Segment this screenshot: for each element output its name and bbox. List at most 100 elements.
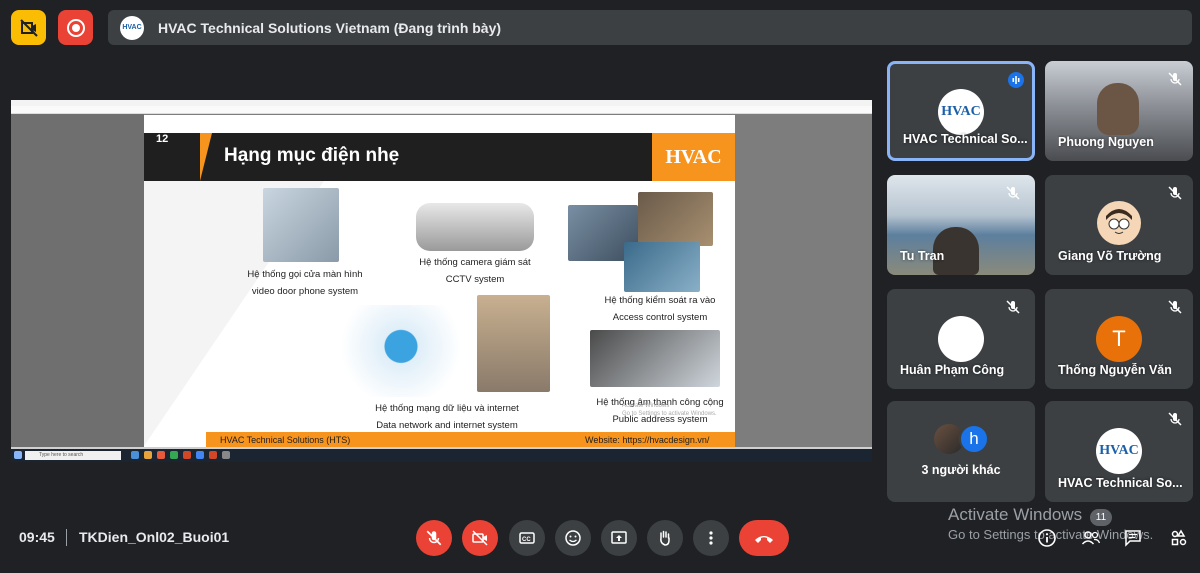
more-options-button[interactable] bbox=[693, 520, 729, 556]
participant-name: Giang Võ Trường bbox=[1058, 249, 1162, 263]
camera-toggle-button[interactable] bbox=[462, 520, 498, 556]
reactions-button[interactable] bbox=[555, 520, 591, 556]
chat-icon bbox=[1125, 530, 1141, 547]
taskbar-app-icon bbox=[144, 451, 152, 459]
caption-video-door-phone: Hệ thống gọi cửa màn hình video door pho… bbox=[243, 266, 367, 300]
chat-button[interactable] bbox=[1122, 527, 1144, 549]
raise-hand-button[interactable] bbox=[647, 520, 683, 556]
participant-logo: HVAC bbox=[938, 89, 984, 135]
hang-up-icon bbox=[755, 536, 773, 543]
mic-off-icon bbox=[1006, 186, 1020, 200]
people-count-badge: 11 bbox=[1090, 509, 1112, 526]
recording-button[interactable] bbox=[58, 10, 93, 45]
participant-tile-giang-vo-truong[interactable]: Giang Võ Trường bbox=[1045, 175, 1193, 275]
participant-tile-phuong-nguyen[interactable]: Phuong Nguyen bbox=[1045, 61, 1193, 161]
mic-off-icon bbox=[1168, 412, 1182, 426]
participant-name: Thống Nguyễn Văn bbox=[1058, 363, 1172, 377]
raise-hand-icon bbox=[660, 530, 670, 546]
mic-off-icon bbox=[1006, 300, 1020, 314]
present-screen-icon bbox=[611, 531, 627, 544]
slide-header-accent bbox=[200, 133, 212, 181]
data-network-image bbox=[335, 305, 467, 397]
svg-text:CC: CC bbox=[522, 537, 531, 543]
slide: 12 Hạng mục điện nhẹ HVAC Hệ thống gọi c… bbox=[144, 115, 735, 449]
public-address-image bbox=[590, 330, 720, 387]
caption-data-network: Hệ thống mạng dữ liệu và internet Data n… bbox=[358, 400, 536, 434]
watermark-line-1: Activate Windows bbox=[622, 403, 670, 409]
participant-name: HVAC Technical So... bbox=[903, 132, 1028, 146]
caption-en: CCTV system bbox=[445, 274, 505, 285]
slide-title: Hạng mục điện nhẹ bbox=[224, 145, 400, 166]
other-participant-initial-avatar: h bbox=[959, 424, 989, 454]
taskbar-app-icon bbox=[183, 451, 191, 459]
meeting-details-button[interactable] bbox=[1036, 527, 1058, 549]
presenter-logo: HVAC bbox=[120, 15, 144, 40]
captions-button[interactable]: CC bbox=[509, 520, 545, 556]
others-count-label: 3 người khác bbox=[921, 463, 1001, 477]
divider bbox=[66, 529, 67, 546]
video-door-phone-image bbox=[263, 188, 339, 262]
participant-tile-thong-nguyen-van[interactable]: T Thống Nguyễn Văn bbox=[1045, 289, 1193, 389]
taskbar-app-icon bbox=[222, 451, 230, 459]
record-icon bbox=[66, 18, 85, 37]
more-vert-icon bbox=[709, 531, 713, 545]
participant-tile-hvac-presenter[interactable]: HVAC HVAC Technical So... bbox=[887, 61, 1035, 161]
shared-screen: 12 Hạng mục điện nhẹ HVAC Hệ thống gọi c… bbox=[11, 100, 872, 462]
activities-icon bbox=[1171, 529, 1187, 546]
speaking-indicator-icon bbox=[1008, 72, 1024, 88]
participant-tile-others[interactable]: h 3 người khác bbox=[887, 401, 1035, 502]
people-icon bbox=[1081, 531, 1101, 545]
mic-toggle-button[interactable] bbox=[416, 520, 452, 556]
present-screen-button[interactable] bbox=[601, 520, 637, 556]
leave-call-button[interactable] bbox=[739, 520, 789, 556]
participant-initial-avatar: T bbox=[1096, 316, 1142, 362]
participant-name: Phuong Nguyen bbox=[1058, 135, 1154, 149]
taskbar-app-icon bbox=[196, 451, 204, 459]
participant-name: HVAC Technical So... bbox=[1058, 476, 1183, 490]
camera-off-icon bbox=[472, 530, 488, 546]
windows-activation-title: Activate Windows bbox=[948, 505, 1083, 524]
people-button[interactable] bbox=[1080, 527, 1102, 549]
emoji-icon bbox=[565, 530, 581, 546]
meeting-code: TKDien_Onl02_Buoi01 bbox=[79, 529, 230, 545]
taskbar-app-icon bbox=[209, 451, 217, 459]
presentation-title: HVAC Technical Solutions Vietnam (Đang t… bbox=[158, 19, 502, 36]
participant-tile-hvac-second[interactable]: HVAC HVAC Technical So... bbox=[1045, 401, 1193, 502]
watermark-line-2: Go to Settings to activate Windows. bbox=[622, 411, 717, 417]
caption-cctv: Hệ thống camera giám sát CCTV system bbox=[406, 254, 544, 288]
taskbar-app-icon bbox=[170, 451, 178, 459]
mic-off-icon bbox=[426, 530, 442, 546]
participant-avatar bbox=[938, 316, 984, 362]
participant-tile-tu-tran[interactable]: Tu Tran bbox=[887, 175, 1035, 275]
caption-vi: Hệ thống gọi cửa màn hình bbox=[247, 269, 363, 280]
mic-off-icon bbox=[1168, 300, 1182, 314]
access-control-image-2 bbox=[638, 192, 713, 246]
participant-logo: HVAC bbox=[1096, 428, 1142, 474]
caption-vi: Hệ thống camera giám sát bbox=[419, 257, 531, 268]
access-control-image-3 bbox=[624, 242, 700, 292]
participant-tile-huan-pham-cong[interactable]: Huân Phạm Công bbox=[887, 289, 1035, 389]
presentation-banner: HVAC HVAC Technical Solutions Vietnam (Đ… bbox=[108, 10, 1192, 45]
mic-off-icon bbox=[1168, 72, 1182, 86]
slide-number: 12 bbox=[156, 133, 169, 145]
participant-video bbox=[1097, 83, 1139, 135]
cartoon-avatar-icon bbox=[1106, 209, 1132, 234]
caption-en: video door phone system bbox=[251, 286, 359, 297]
camera-off-warning-button[interactable] bbox=[11, 10, 46, 45]
slide-logo: HVAC bbox=[652, 133, 735, 181]
closed-captions-icon: CC bbox=[519, 532, 535, 544]
taskbar-app-icon bbox=[131, 451, 139, 459]
caption-vi: Hệ thống kiểm soát ra vào bbox=[604, 295, 716, 306]
caption-en: Access control system bbox=[612, 312, 708, 323]
slide-thumbnail-panel bbox=[11, 114, 144, 447]
meeting-time: 09:45 bbox=[19, 529, 55, 545]
participant-avatar bbox=[1097, 201, 1141, 245]
building-image bbox=[477, 295, 550, 392]
caption-access-control: Hệ thống kiểm soát ra vào Access control… bbox=[590, 292, 730, 326]
caption-vi: Hệ thống mạng dữ liệu và internet bbox=[375, 403, 519, 414]
slide-activate-watermark: Activate Windows Go to Settings to activ… bbox=[622, 402, 717, 418]
participant-name: Tu Tran bbox=[900, 249, 945, 263]
activities-button[interactable] bbox=[1168, 527, 1190, 549]
camera-off-icon bbox=[19, 18, 38, 37]
mic-off-icon bbox=[1168, 186, 1182, 200]
